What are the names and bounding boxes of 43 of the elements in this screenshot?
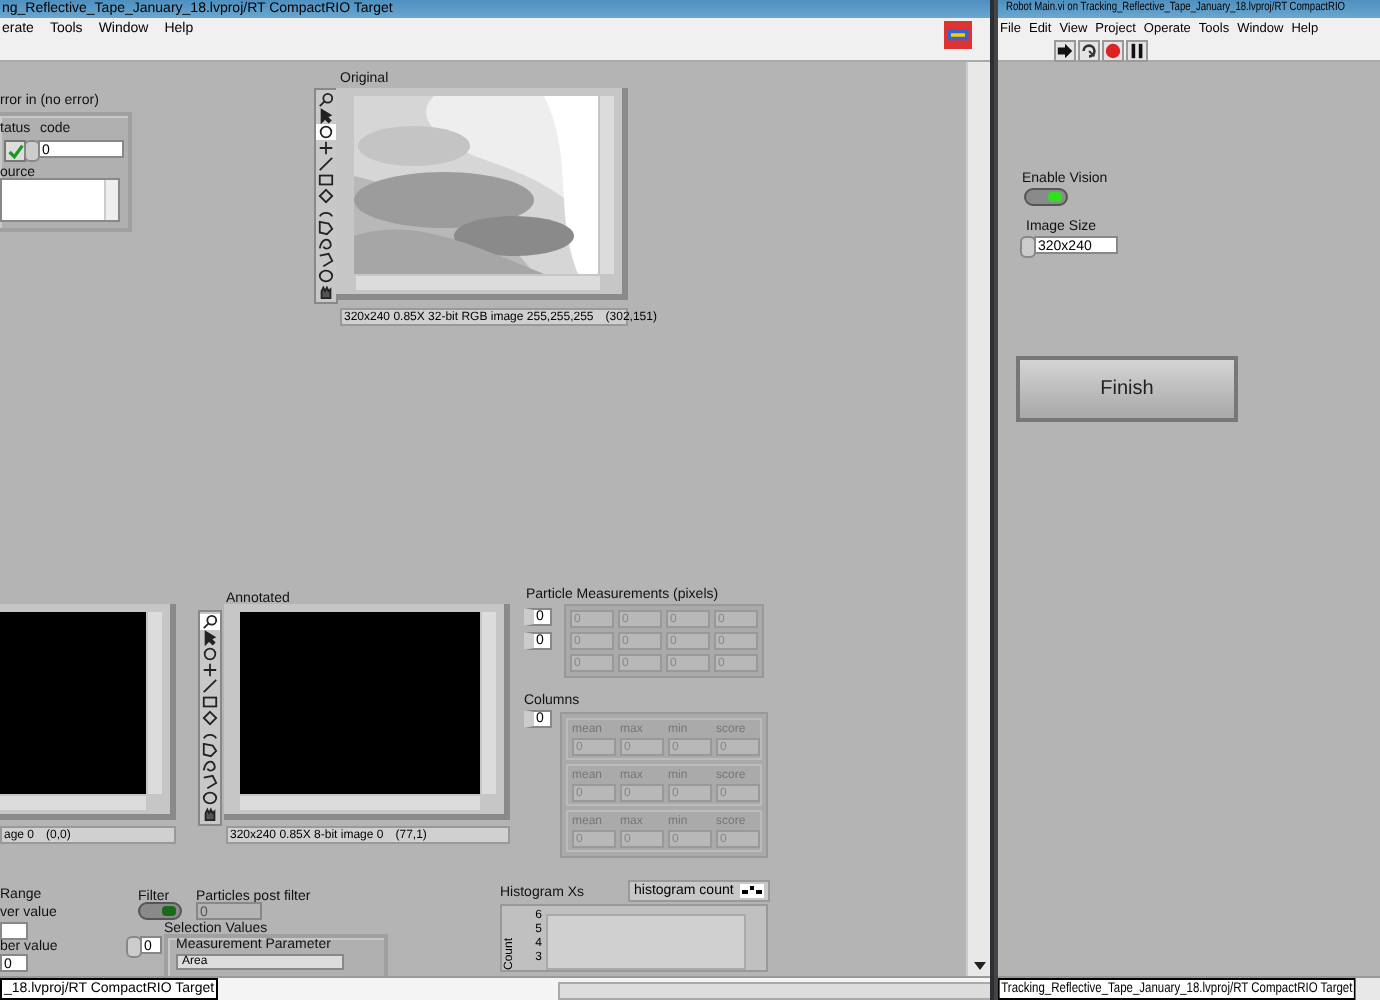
vertical-scrollbar[interactable] <box>600 96 614 274</box>
point-tool[interactable] <box>316 140 336 156</box>
zoom-tool[interactable] <box>316 92 336 108</box>
line-tool[interactable] <box>200 678 220 694</box>
vi-icon <box>944 18 972 52</box>
polygon-tool[interactable] <box>200 742 220 758</box>
pan-tool[interactable] <box>316 124 336 140</box>
finish-button[interactable]: Finish <box>1016 356 1238 422</box>
hand-tool[interactable] <box>316 284 336 300</box>
vertical-scrollbar[interactable] <box>148 612 162 794</box>
plot-style-icon <box>739 884 764 898</box>
pointer-tool[interactable] <box>200 630 220 646</box>
broken-tool[interactable] <box>200 774 220 790</box>
broken-tool[interactable] <box>316 252 336 268</box>
line-tool[interactable] <box>316 156 336 172</box>
upper-value-field[interactable] <box>0 922 28 940</box>
hand-tool[interactable] <box>200 806 220 822</box>
oval-tool[interactable] <box>316 268 336 284</box>
horizontal-scrollbar[interactable] <box>240 796 480 810</box>
horizontal-scrollbar[interactable] <box>356 276 600 290</box>
pan-tool[interactable] <box>200 646 220 662</box>
scroll-down-icon[interactable] <box>973 962 985 970</box>
rotated-tool[interactable] <box>316 188 336 204</box>
abort-icon[interactable] <box>1102 39 1124 61</box>
freehand-tool[interactable] <box>200 758 220 774</box>
rectangle-tool[interactable] <box>316 172 336 188</box>
horizontal-scrollbar[interactable] <box>0 796 146 810</box>
pause-icon[interactable] <box>1126 39 1148 61</box>
enable-vision-toggle[interactable] <box>1024 188 1068 206</box>
zoom-tool[interactable] <box>200 614 220 630</box>
rotated-tool[interactable] <box>200 710 220 726</box>
vertical-scrollbar[interactable] <box>482 612 496 794</box>
oval-tool[interactable] <box>200 790 220 806</box>
point-tool[interactable] <box>200 662 220 678</box>
horizontal-scrollbar[interactable] <box>218 978 990 1000</box>
filter-toggle[interactable] <box>138 902 182 920</box>
polygon-tool[interactable] <box>316 220 336 236</box>
source-field[interactable] <box>0 178 120 222</box>
run-continuously-icon[interactable] <box>1078 39 1100 61</box>
rectangle-tool[interactable] <box>200 694 220 710</box>
run-icon[interactable] <box>1054 39 1076 61</box>
freehand-tool[interactable] <box>316 236 336 252</box>
pointer-tool[interactable] <box>316 108 336 124</box>
